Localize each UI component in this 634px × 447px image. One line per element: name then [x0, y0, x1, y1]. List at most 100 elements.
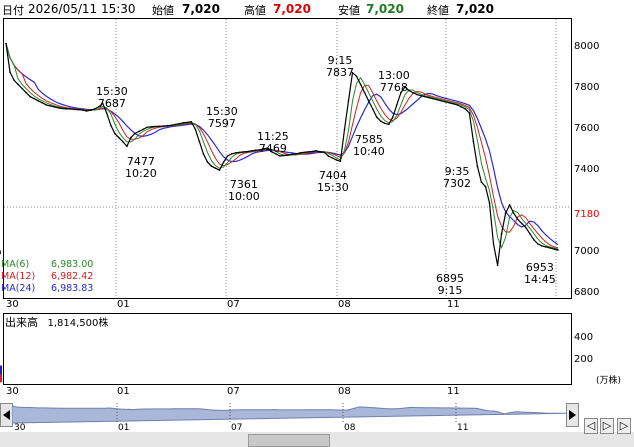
- price-point: [396, 104, 398, 106]
- price-point: [500, 232, 503, 235]
- price-point: [359, 83, 362, 86]
- price-point: [81, 109, 84, 111]
- price-point: [440, 100, 443, 102]
- ma12-label: MA(12): [1, 271, 36, 282]
- price-point: [367, 100, 370, 102]
- price-point: [299, 152, 301, 154]
- price-point: [335, 159, 338, 161]
- price-point: [504, 212, 507, 214]
- price-point: [456, 104, 459, 106]
- price-point: [41, 102, 44, 104]
- price-point: [226, 155, 229, 157]
- annotation: 9:15 7837: [326, 54, 354, 79]
- date-tick: 08: [338, 386, 351, 397]
- price-point: [388, 123, 390, 126]
- price-point: [162, 125, 164, 127]
- price-point: [150, 126, 152, 128]
- price-point: [182, 122, 185, 124]
- price-point: [114, 132, 116, 135]
- price-point: [343, 128, 346, 131]
- price-point: [375, 116, 378, 118]
- price-point: [138, 130, 140, 133]
- price-point: [492, 243, 495, 245]
- price-point: [17, 83, 19, 86]
- price-point: [331, 157, 334, 159]
- date-tick: 30: [6, 299, 19, 310]
- price-point: [279, 155, 281, 157]
- price-point: [424, 95, 426, 98]
- price-point: [319, 151, 322, 153]
- horizontal-scrollbar[interactable]: [0, 432, 634, 447]
- price-tick: 8000: [574, 41, 600, 52]
- price-point: [122, 140, 124, 143]
- price-point: [49, 105, 52, 107]
- price-point: [428, 96, 430, 99]
- price-point: [392, 116, 394, 118]
- ma6-legend: MA(6) 6,983.00: [1, 259, 93, 270]
- price-point: [29, 95, 32, 98]
- price-point: [251, 150, 253, 152]
- price-point: [69, 108, 72, 110]
- price-point: [533, 239, 535, 241]
- price-point: [383, 122, 386, 125]
- price-point: [166, 124, 168, 127]
- price-point: [436, 98, 438, 101]
- price-point: [33, 97, 35, 100]
- annotation: 9:35 7302: [443, 165, 471, 190]
- date-tick: 08: [338, 299, 351, 310]
- annotation: 7361 10:00: [228, 178, 260, 203]
- price-point: [327, 155, 330, 157]
- price-point: [154, 125, 156, 128]
- scroll-thumb[interactable]: [248, 434, 330, 447]
- annotation: 7477 10:20: [125, 155, 157, 180]
- price-point: [412, 91, 414, 94]
- price-point: [186, 121, 189, 124]
- price-point: [516, 218, 519, 221]
- price-point: [134, 132, 136, 135]
- volume-value: 1,814,500株: [47, 318, 109, 329]
- price-point: [65, 108, 68, 110]
- price-point: [291, 153, 293, 156]
- nav-left-icon[interactable]: ◁: [584, 418, 598, 434]
- price-point: [541, 245, 543, 247]
- annotation: 6895 9:15: [436, 272, 464, 297]
- price-point: [110, 124, 112, 127]
- price-point: [488, 202, 491, 204]
- price-point: [468, 112, 471, 114]
- price-point: [307, 151, 310, 153]
- price-point: [178, 122, 181, 125]
- price-point: [45, 104, 48, 106]
- price-point: [363, 91, 366, 94]
- nav-right-icon[interactable]: ▷: [600, 418, 614, 434]
- price-tick: 7400: [574, 164, 600, 175]
- price-point: [520, 222, 523, 225]
- ma24-legend: MA(24) 6,983.83: [1, 283, 93, 294]
- annotation: 11:25 7469: [257, 130, 289, 155]
- scroll-right-icon: [569, 410, 576, 420]
- price-point: [230, 153, 233, 155]
- current-price-tag: 7180: [574, 209, 600, 220]
- price-point: [37, 100, 39, 102]
- price-point: [9, 71, 11, 73]
- price-point: [432, 97, 434, 100]
- price-point: [537, 243, 539, 245]
- price-point: [57, 107, 60, 109]
- scroll-left-icon: [3, 410, 10, 420]
- overview-chart[interactable]: [12, 403, 566, 433]
- nav-end-icon[interactable]: ▷: [617, 418, 631, 434]
- price-point: [13, 79, 15, 82]
- price-tick: 6800: [574, 287, 600, 298]
- volume-label: 出来高: [5, 316, 38, 329]
- price-point: [238, 151, 241, 154]
- price-point: [170, 124, 172, 127]
- price-point: [557, 249, 559, 251]
- ma24-value: 6,983.83: [51, 283, 94, 294]
- price-point: [347, 100, 350, 102]
- price-point: [323, 151, 326, 154]
- price-point: [339, 160, 342, 163]
- price-point: [549, 247, 551, 249]
- price-point: [61, 107, 64, 110]
- price-point: [525, 226, 527, 229]
- price-point: [53, 106, 56, 108]
- price-point: [25, 91, 27, 94]
